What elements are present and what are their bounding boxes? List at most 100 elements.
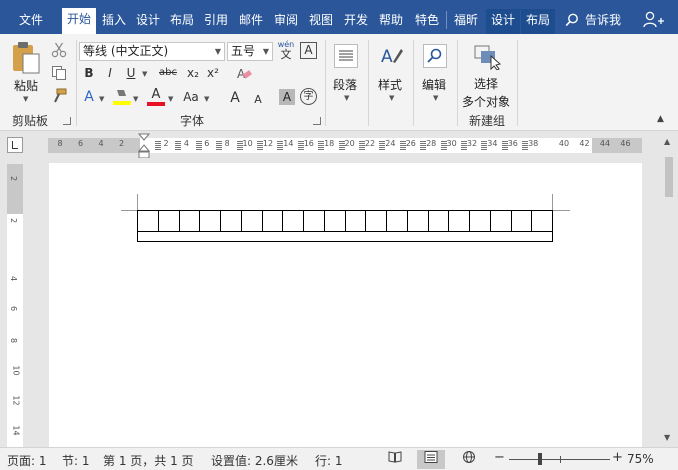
table-cell[interactable] [240,211,262,231]
font-color-dropdown-icon[interactable]: ▼ [168,95,173,103]
table-cell[interactable] [448,211,469,231]
zoom-slider-thumb[interactable] [538,453,542,465]
table-cell[interactable] [469,211,490,231]
scroll-up-icon[interactable]: ▲ [664,137,670,146]
font-color-bar [147,102,165,106]
tab-features[interactable]: 特色 [412,9,442,34]
char-border-icon[interactable]: A [300,42,317,59]
tab-table-design[interactable]: 设计 [486,9,520,34]
indent-marker-icon[interactable] [138,133,150,159]
highlight-icon[interactable] [113,87,131,107]
tab-help[interactable]: 帮助 [376,9,406,34]
font-color-icon[interactable]: A [147,87,165,107]
tab-developer[interactable]: 开发 [341,9,371,34]
tab-table-layout[interactable]: 布局 [521,9,555,34]
vertical-ruler[interactable]: 2 2 4 6 8 10 12 14 [7,164,23,447]
share-person-icon[interactable] [643,11,665,29]
table-cell[interactable] [157,211,179,231]
format-painter-icon[interactable] [51,88,67,104]
phonetic-guide-icon[interactable]: wén 文 [277,40,295,62]
table-cell[interactable] [344,211,366,231]
underline-dropdown-icon[interactable]: ▼ [142,70,147,78]
table-cell[interactable] [282,211,303,231]
tab-foxit[interactable]: 福昕 [449,9,483,34]
text-effects-icon[interactable]: A [80,88,98,106]
status-page[interactable]: 页面: 1 [7,452,47,469]
table-cell[interactable] [386,211,407,231]
tab-file[interactable]: 文件 [10,9,52,34]
print-layout-button[interactable] [417,450,445,469]
clear-formatting-icon[interactable]: A [236,66,252,82]
strikethrough-icon[interactable]: abc [156,64,180,82]
font-launcher-icon[interactable] [313,117,321,125]
tab-stop-selector-icon[interactable] [7,137,23,153]
table-cell[interactable] [303,211,324,231]
zoom-percent[interactable]: 75% [627,452,654,466]
zoom-in-icon[interactable]: + [612,450,623,465]
paste-dropdown-arrow[interactable]: ▼ [23,95,28,103]
table-cell[interactable] [365,211,386,231]
enclose-char-icon[interactable]: 字 [300,88,317,105]
table-cell[interactable] [531,211,552,231]
tab-references[interactable]: 引用 [201,9,231,34]
paste-button[interactable] [10,41,42,75]
grid-table-bottom-row[interactable] [137,231,553,242]
char-shading-icon[interactable]: A [279,89,295,105]
table-cell[interactable] [427,211,449,231]
ruler-number: 2 [118,139,125,148]
grid-table-row[interactable] [137,210,553,232]
table-cell[interactable] [510,211,532,231]
grow-font-icon[interactable]: A [226,89,244,107]
text-effects-dropdown-icon[interactable]: ▼ [99,95,104,103]
table-cell[interactable] [323,211,345,231]
paragraph-button[interactable]: 段落 ▼ [331,40,361,118]
zoom-out-icon[interactable]: − [494,450,505,465]
highlight-dropdown-icon[interactable]: ▼ [133,95,138,103]
status-section[interactable]: 节: 1 [62,452,90,469]
font-name-select[interactable]: 等线 (中文正文) ▼ [79,42,225,61]
table-cell[interactable] [489,211,511,231]
table-cell[interactable] [261,211,283,231]
table-cell[interactable] [138,211,158,231]
scrollbar-thumb[interactable] [665,157,673,197]
italic-icon[interactable]: I [101,64,119,82]
subscript-icon[interactable]: x₂ [184,64,202,82]
shrink-font-icon[interactable]: A [249,91,267,109]
status-setting[interactable]: 设置值: 2.6厘米 [211,452,298,469]
clipboard-launcher-icon[interactable] [63,117,71,125]
cut-icon[interactable] [51,42,67,58]
tab-layout[interactable]: 布局 [167,9,197,34]
editing-button[interactable]: 编辑 ▼ [420,40,450,118]
ruler-number: 4 [183,139,189,148]
change-case-icon[interactable]: Aa [180,88,202,106]
superscript-icon[interactable]: x² [204,64,222,82]
read-mode-button[interactable] [381,450,409,469]
status-line[interactable]: 行: 1 [315,452,343,469]
tab-insert[interactable]: 插入 [99,9,129,34]
table-cell[interactable] [220,211,241,231]
table-cell[interactable] [406,211,428,231]
collapse-ribbon-icon[interactable]: ▲ [657,114,664,124]
change-case-dropdown-icon[interactable]: ▼ [204,95,209,103]
book-icon [388,451,402,463]
bold-icon[interactable]: B [80,64,98,82]
web-layout-button[interactable] [455,450,483,469]
tab-separator [446,11,447,29]
font-size-select[interactable]: 五号 ▼ [227,42,273,61]
vertical-scrollbar[interactable]: ▲ ▼ [660,133,678,447]
tab-home[interactable]: 开始 [62,8,96,34]
zoom-slider-center-tick [560,456,561,463]
table-cell[interactable] [199,211,220,231]
tab-view[interactable]: 视图 [306,9,336,34]
status-page-of[interactable]: 第 1 页，共 1 页 [103,452,194,469]
table-cell[interactable] [178,211,200,231]
styles-button[interactable]: A 样式 ▼ [376,40,406,118]
select-objects-button[interactable]: 选择 多个对象 [460,40,514,112]
underline-icon[interactable]: U [122,64,140,82]
tab-review[interactable]: 审阅 [271,9,301,34]
tab-design[interactable]: 设计 [133,9,163,34]
tab-mailings[interactable]: 邮件 [236,9,266,34]
copy-icon[interactable] [51,65,67,81]
font-color-letter: A [151,87,161,102]
scroll-down-icon[interactable]: ▼ [664,433,670,442]
